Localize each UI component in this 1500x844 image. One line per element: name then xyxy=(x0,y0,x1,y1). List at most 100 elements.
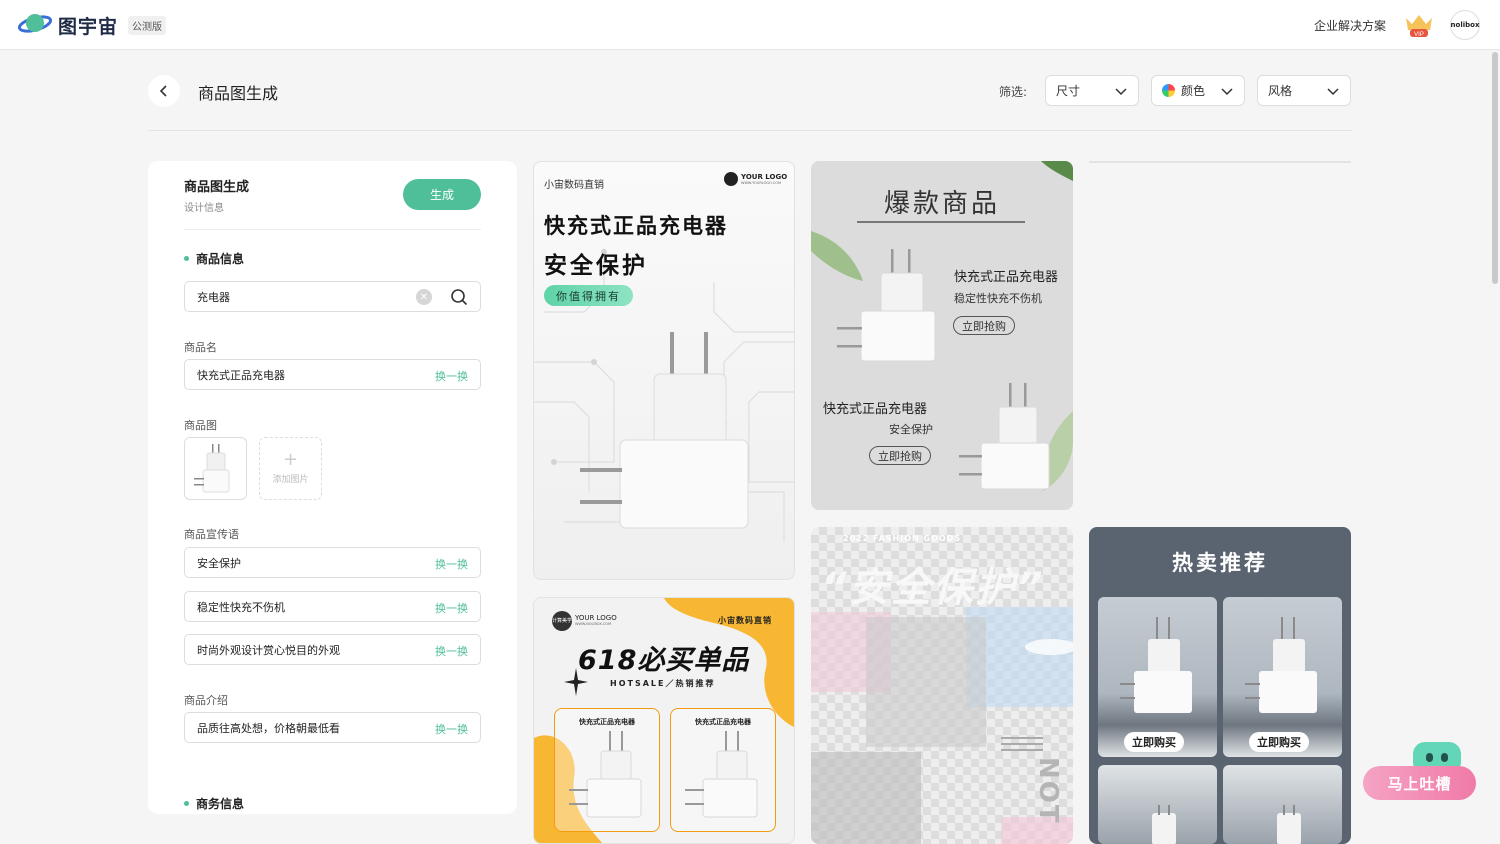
product-info-heading: 商品信息 xyxy=(184,250,244,267)
card-headline: “安全保护” xyxy=(821,565,1045,611)
vip-crown-icon[interactable]: VIP xyxy=(1404,12,1434,38)
back-button[interactable] xyxy=(148,75,180,107)
design-card-5[interactable]: 热卖推荐 立即购买 立即购买 xyxy=(1089,527,1351,844)
buy-now-button-2[interactable]: 立即购买 xyxy=(1249,732,1309,752)
design-info-panel: 商品图生成 设计信息 生成 商品信息 充电器 ✕ 商品名 快充式正品充电器 换一… xyxy=(148,161,517,814)
card-headline-1: 快充式正品充电器 xyxy=(544,214,728,238)
product-name-field[interactable]: 快充式正品充电器 换一换 xyxy=(184,359,481,390)
business-info-heading: 商务信息 xyxy=(184,795,244,812)
top-navigation-bar: 图宇宙 公测版 企业解决方案 VIP nolibox xyxy=(0,0,1500,50)
product-tile-2: 快充式正品充电器 xyxy=(670,708,776,832)
vip-label: VIP xyxy=(1414,32,1424,38)
header-divider xyxy=(148,130,1352,131)
swap-button[interactable]: 换一换 xyxy=(435,368,468,384)
search-icon[interactable] xyxy=(450,288,468,306)
chevron-down-icon xyxy=(1115,88,1127,96)
design-card-2[interactable]: 爆款商品 快充式正品充电器 稳定性快充不伤机 立即抢购 快充式正品充电器 安全保… xyxy=(811,161,1073,510)
product-desc-1: 稳定性快充不伤机 xyxy=(954,292,1042,305)
slogan-value: 安全保护 xyxy=(197,556,241,570)
logo-circle-icon xyxy=(724,172,738,186)
product-tile-label: 快充式正品充电器 xyxy=(695,718,751,726)
charger-product-image xyxy=(1277,805,1301,844)
slogan-label: 商品宣传语 xyxy=(184,528,239,541)
charger-product-image xyxy=(685,731,758,818)
page-title: 商品图生成 xyxy=(198,84,279,103)
plus-icon: + xyxy=(282,449,299,470)
brand-name[interactable]: 图宇宙 xyxy=(58,12,118,39)
charger-product-image xyxy=(1152,805,1176,844)
add-image-label: 添加图片 xyxy=(272,475,309,485)
color-filter-dropdown[interactable]: 颜色 xyxy=(1151,75,1245,106)
product-tile-1: 立即购买 xyxy=(1098,597,1217,757)
intro-field[interactable]: 品质往高处想，价格朝最低看 换一换 xyxy=(184,712,481,743)
robot-eye xyxy=(1426,753,1433,762)
bullet-dot-icon xyxy=(184,801,189,806)
swap-button[interactable]: 换一换 xyxy=(435,556,468,572)
panel-subtitle: 设计信息 xyxy=(184,203,224,214)
logo-url: WWW.YOURLOGO.COM xyxy=(741,181,782,185)
color-wheel-icon xyxy=(1162,84,1175,97)
column-top-divider xyxy=(1089,161,1351,163)
slogan-field-2[interactable]: 稳定性快充不伤机 换一换 xyxy=(184,591,481,622)
feedback-widget[interactable]: 马上吐槽 xyxy=(1363,742,1476,800)
logo-mark: 计算美学 xyxy=(552,611,572,631)
product-tile-4 xyxy=(1223,765,1342,844)
design-card-1[interactable]: 小宙数码直销 YOUR LOGO WWW.YOURLOGO.COM 快充式正品充… xyxy=(533,161,795,580)
swap-button[interactable]: 换一换 xyxy=(435,721,468,737)
card-title: 爆款商品 xyxy=(883,189,1000,219)
planet-logo-icon[interactable] xyxy=(18,10,52,38)
business-info-heading-label: 商务信息 xyxy=(196,797,245,811)
style-filter-label: 风格 xyxy=(1268,84,1293,98)
design-card-3[interactable]: 计算美学 YOUR LOGO WWW.NOLIBOX.COM 小宙数码直销 61… xyxy=(533,597,795,844)
product-tile-1: 快充式正品充电器 xyxy=(554,708,660,832)
shop-name: 小宙数码直销 xyxy=(718,616,772,625)
bullet-dot-icon xyxy=(184,256,189,261)
product-name-1: 快充式正品充电器 xyxy=(954,270,1059,285)
generate-button[interactable]: 生成 xyxy=(403,179,481,210)
size-filter-dropdown[interactable]: 尺寸 xyxy=(1045,75,1139,106)
feedback-button[interactable]: 马上吐槽 xyxy=(1363,766,1476,800)
slogan-field-1[interactable]: 安全保护 换一换 xyxy=(184,547,481,578)
user-avatar[interactable]: nolibox xyxy=(1450,10,1480,40)
brand-logo: YOUR LOGO WWW.YOURLOGO.COM xyxy=(724,172,787,186)
intro-label: 商品介绍 xyxy=(184,694,228,707)
panel-divider xyxy=(184,229,481,230)
product-name-label: 商品名 xyxy=(184,341,217,354)
design-card-4[interactable]: 2022 FASHION GOODS “安全保护” NOT xyxy=(811,527,1073,844)
style-filter-dropdown[interactable]: 风格 xyxy=(1257,75,1351,106)
logo-url: WWW.NOLIBOX.COM xyxy=(575,622,612,626)
product-desc-2: 安全保护 xyxy=(889,423,933,436)
title-underline xyxy=(857,221,1025,223)
product-tile-3 xyxy=(1098,765,1217,844)
chevron-down-icon xyxy=(1327,88,1339,96)
chevron-down-icon xyxy=(1221,88,1233,96)
product-image-label: 商品图 xyxy=(184,419,217,432)
brand-logo: YOUR LOGO WWW.NOLIBOX.COM xyxy=(575,614,617,626)
add-image-button[interactable]: + 添加图片 xyxy=(259,437,322,500)
charger-product-image xyxy=(1120,617,1192,713)
search-value: 充电器 xyxy=(197,290,230,304)
color-filter-label: 颜色 xyxy=(1181,84,1206,98)
sparkle-icon xyxy=(564,668,588,696)
product-name-value: 快充式正品充电器 xyxy=(197,368,285,382)
clear-icon[interactable]: ✕ xyxy=(416,289,432,305)
filter-label: 筛选: xyxy=(999,85,1028,99)
charger-product-image xyxy=(569,731,642,818)
slogan-value: 时尚外观设计赏心悦目的外观 xyxy=(197,643,340,657)
product-image-thumbnail[interactable] xyxy=(184,437,247,500)
charger-product-image xyxy=(1245,617,1317,713)
slogan-field-3[interactable]: 时尚外观设计赏心悦目的外观 换一换 xyxy=(184,634,481,665)
product-search-input[interactable]: 充电器 ✕ xyxy=(184,281,481,312)
buy-now-button-2[interactable]: 立即抢购 xyxy=(869,446,931,465)
product-tile-label: 快充式正品充电器 xyxy=(579,718,635,726)
logo-text: YOUR LOGO xyxy=(575,614,617,622)
beta-tag: 公测版 xyxy=(128,16,166,35)
buy-now-button-1[interactable]: 立即抢购 xyxy=(953,316,1015,335)
enterprise-solutions-link[interactable]: 企业解决方案 xyxy=(1314,17,1386,34)
chevron-left-icon xyxy=(159,85,167,97)
page-scrollbar[interactable] xyxy=(1492,52,1498,284)
swap-button[interactable]: 换一换 xyxy=(435,600,468,616)
swap-button[interactable]: 换一换 xyxy=(435,643,468,659)
card-badge: 你值得拥有 xyxy=(544,285,633,306)
buy-now-button-1[interactable]: 立即购买 xyxy=(1124,732,1184,752)
